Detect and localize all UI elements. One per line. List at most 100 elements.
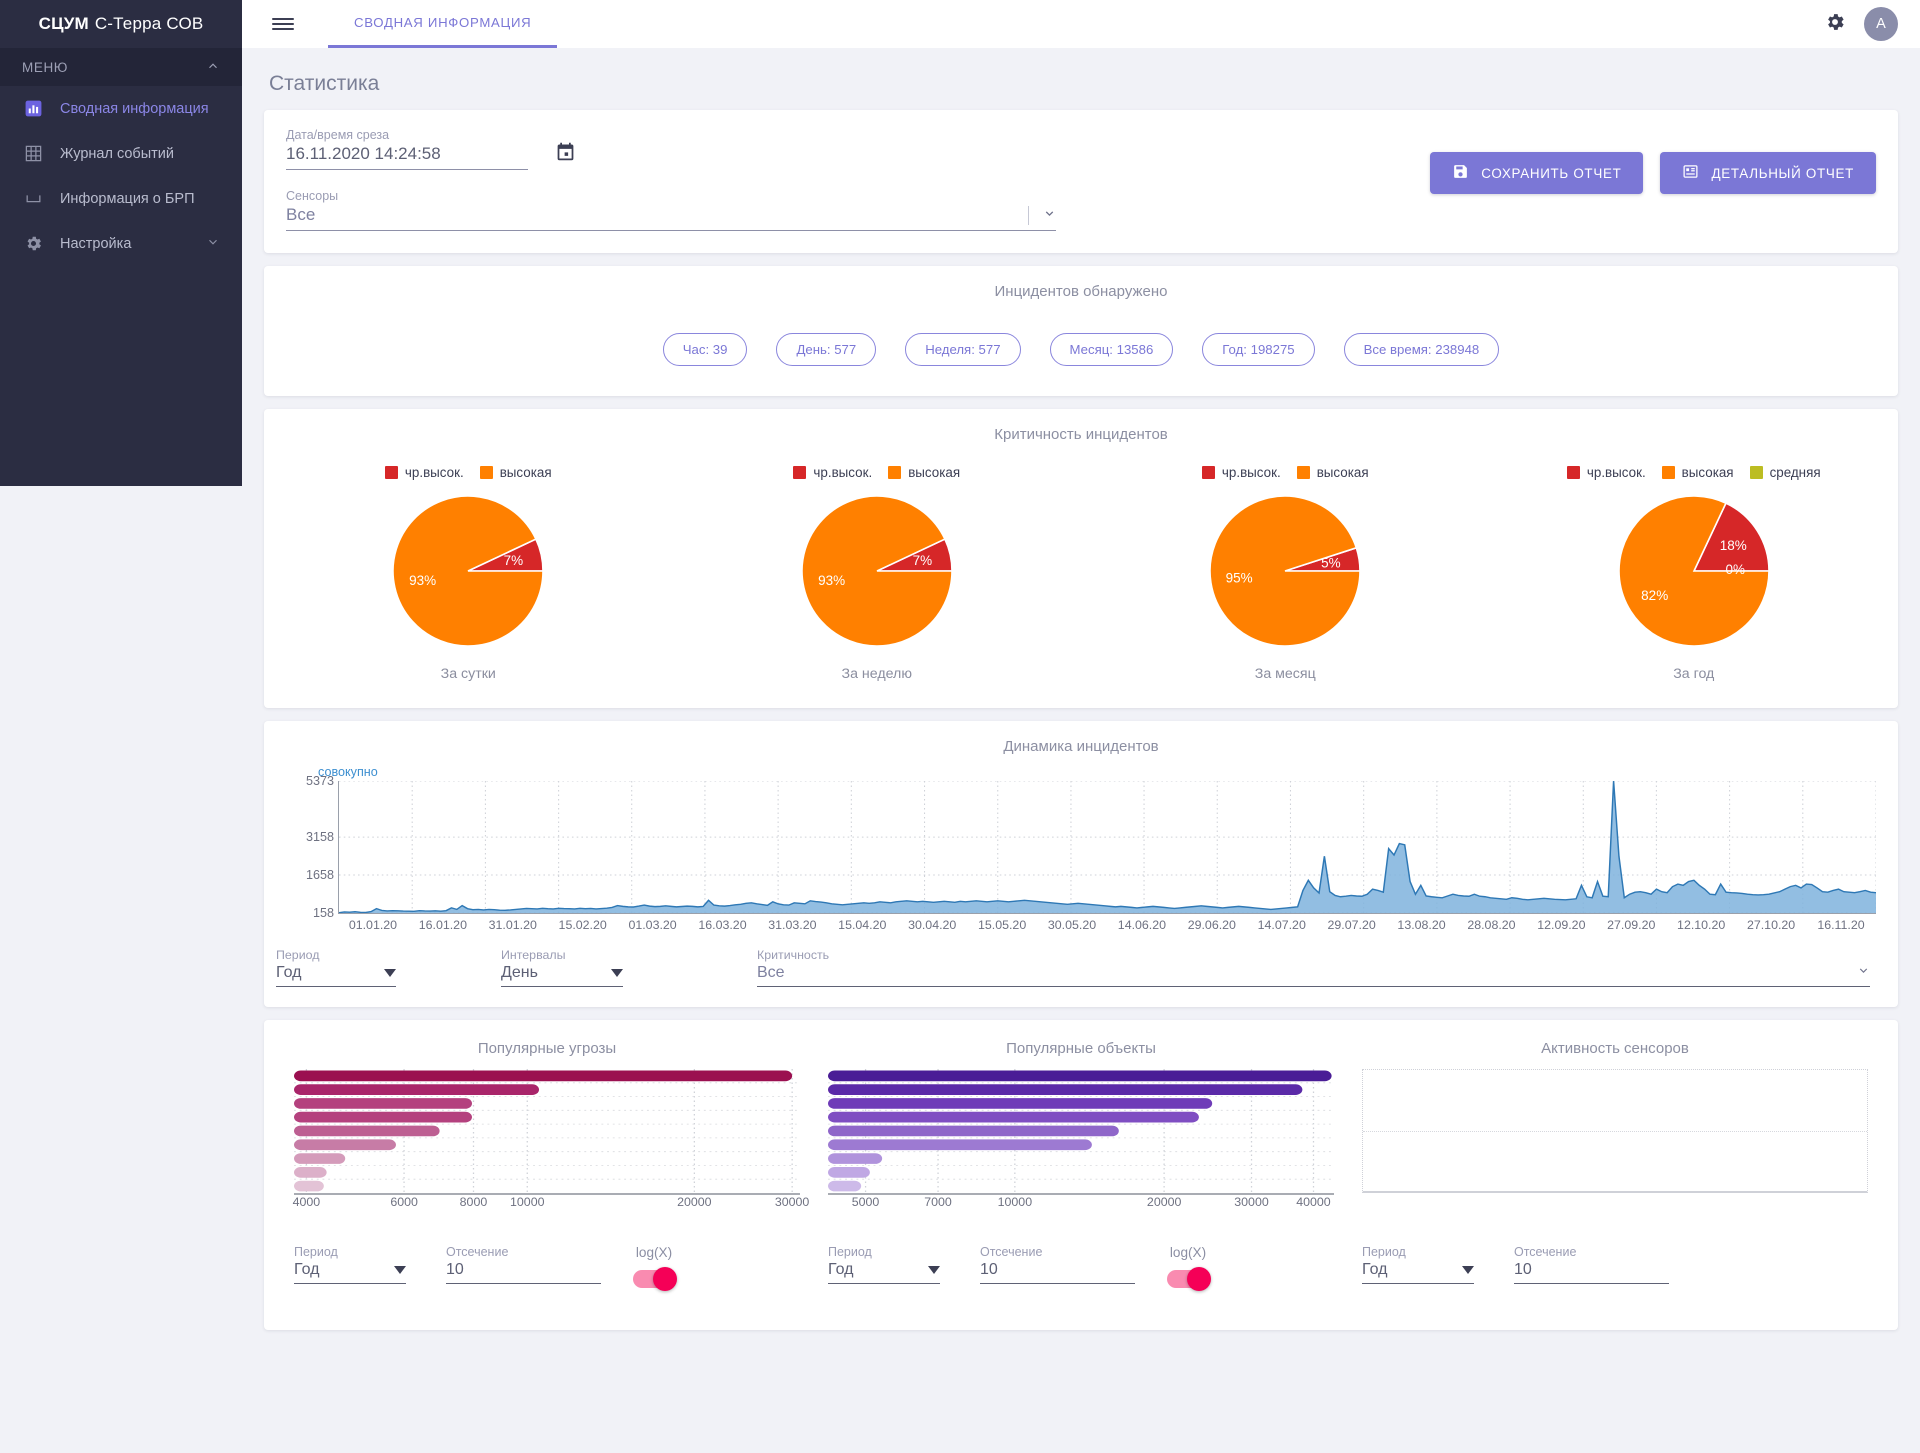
x-tick: 27.10.20 — [1746, 918, 1796, 932]
chip-hour[interactable]: Час: 39 — [662, 333, 748, 366]
dynamics-plot: 158 1658 3158 5373 — [286, 774, 1876, 920]
period-select[interactable]: Год — [294, 1261, 406, 1284]
dynamics-period-field: Период Год — [276, 948, 396, 987]
bar — [828, 1084, 1303, 1095]
chip-year[interactable]: Год: 198275 — [1202, 333, 1315, 366]
legend-item[interactable]: высокая — [1296, 465, 1369, 480]
intervals-value: День — [501, 964, 538, 981]
criticality-select[interactable]: Все — [757, 964, 1870, 987]
threats-log-toggle-group: log(X) — [633, 1245, 677, 1291]
y-tick: 158 — [312, 906, 334, 920]
detailed-report-label: ДЕТАЛЬНЫЙ ОТЧЕТ — [1711, 165, 1854, 181]
period-select[interactable]: Год — [276, 964, 396, 987]
sidebar-item-brp-info[interactable]: Информация о БРП — [0, 176, 242, 221]
bottom-charts-row: Популярные угрозы 4000 6000 8000 10000 20000… — [264, 1024, 1898, 1225]
avatar[interactable]: A — [1864, 7, 1898, 41]
gridline — [1363, 1130, 1867, 1132]
chip-day[interactable]: День: 577 — [776, 333, 877, 366]
log-x-toggle[interactable] — [633, 1267, 677, 1291]
objects-bar-chart[interactable] — [828, 1069, 1334, 1195]
x-tick: 16.01.20 — [418, 918, 467, 932]
log-label: log(X) — [635, 1245, 673, 1260]
pie-graphic[interactable]: 7% 93% — [800, 495, 953, 647]
x-tick: 15.05.20 — [977, 918, 1027, 932]
x-tick: 01.03.20 — [628, 918, 677, 932]
legend-item[interactable]: средняя — [1749, 465, 1821, 480]
bar — [828, 1167, 870, 1178]
sensors-select-value[interactable]: Все — [286, 205, 315, 225]
legend-item[interactable]: высокая — [479, 465, 552, 480]
sidebar: СЦУМ С-Терра СОВ МЕНЮ Сводная информация… — [0, 0, 242, 486]
sensors-label: Сенсоры — [286, 189, 339, 203]
bar — [828, 1180, 862, 1192]
pie-chart-2: чр.высок. высокая 7% 93% За неделю — [673, 465, 1082, 682]
pie-graphic[interactable]: 7% 93% — [392, 495, 545, 647]
chip-week[interactable]: Неделя: 577 — [905, 333, 1021, 366]
topbar-actions: A — [1824, 0, 1920, 48]
legend-item[interactable]: высокая — [888, 465, 960, 480]
x-tick: 30000 — [1234, 1195, 1269, 1209]
intervals-label: Интервалы — [501, 948, 566, 962]
legend-item[interactable]: чр.высок. — [1566, 465, 1646, 480]
bar — [294, 1098, 472, 1109]
x-tick: 30.04.20 — [908, 918, 957, 932]
period-select[interactable]: Год — [828, 1261, 940, 1284]
sensors-x-ticks — [1362, 1195, 1868, 1215]
detail-report-icon — [1682, 163, 1699, 183]
chevron-down-icon[interactable] — [1043, 207, 1056, 223]
criticality-card: Критичность инцидентов чр.высок. высокая 7… — [264, 409, 1898, 708]
threats-bar-chart[interactable] — [294, 1069, 800, 1195]
x-tick: 20000 — [677, 1195, 712, 1209]
period-label: Период — [276, 948, 320, 962]
incidents-title: Инцидентов обнаружено — [994, 283, 1168, 300]
cutoff-input[interactable]: 10 — [980, 1261, 1135, 1284]
area-chart[interactable] — [338, 781, 1876, 913]
divider — [1028, 206, 1029, 225]
pie-chart-row: чр.высок. высокая 7% 93% За сутки чр.высок. вы… — [264, 443, 1898, 708]
caret-down-icon — [928, 1261, 940, 1279]
datetime-input[interactable]: 16.11.2020 14:24:58 — [286, 144, 441, 164]
cutoff-input[interactable]: 10 — [446, 1261, 601, 1284]
calendar-icon[interactable] — [555, 141, 576, 167]
cutoff-input[interactable]: 10 — [1514, 1261, 1669, 1284]
save-report-button[interactable]: СОХРАНИТЬ ОТЧЕТ — [1430, 152, 1644, 194]
chip-all-time[interactable]: Все время: 238948 — [1343, 333, 1500, 366]
toggle-knob — [1187, 1267, 1211, 1291]
x-tick: 01.01.20 — [348, 918, 398, 932]
sidebar-item-label: Сводная информация — [60, 100, 209, 117]
gear-icon[interactable] — [1824, 11, 1846, 38]
hamburger-menu-icon[interactable] — [260, 0, 306, 48]
sidebar-item-summary[interactable]: Сводная информация — [0, 86, 242, 131]
detailed-report-button[interactable]: ДЕТАЛЬНЫЙ ОТЧЕТ — [1660, 152, 1876, 194]
legend-item[interactable]: чр.высок. — [1201, 465, 1281, 480]
legend-label: средняя — [1769, 465, 1821, 480]
app-root: СЦУМ С-Терра СОВ МЕНЮ Сводная информация… — [0, 0, 1920, 1453]
avatar-initial: A — [1876, 16, 1886, 32]
legend-item[interactable]: чр.высок. — [384, 465, 464, 480]
sidebar-item-settings[interactable]: Настройка — [0, 221, 242, 266]
x-tick: 40000 — [1296, 1195, 1331, 1209]
objects-column: Популярные объекты 5000 7000 10000 20000 300… — [814, 1028, 1348, 1215]
legend-item[interactable]: чр.высок. — [793, 465, 872, 480]
x-tick: 16.03.20 — [698, 918, 747, 932]
log-x-toggle[interactable] — [1167, 1267, 1211, 1291]
pie-data-label: 93% — [409, 573, 436, 588]
threats-cutoff-field: Отсечение 10 — [446, 1245, 601, 1284]
pie-legend: чр.высок. высокая — [1201, 465, 1369, 480]
sidebar-item-event-log[interactable]: Журнал событий — [0, 131, 242, 176]
period-select[interactable]: Год — [1362, 1261, 1474, 1284]
sensors-activity-chart[interactable] — [1362, 1069, 1868, 1193]
intervals-select[interactable]: День — [501, 964, 623, 987]
legend-swatch — [793, 466, 807, 479]
pie-data-label: 5% — [1321, 556, 1341, 571]
pie-graphic[interactable]: 18% 82% 0% — [1617, 495, 1770, 647]
sidebar-menu-header[interactable]: МЕНЮ — [0, 48, 242, 86]
legend-label: чр.высок. — [1221, 465, 1281, 480]
chip-month[interactable]: Месяц: 13586 — [1049, 333, 1174, 366]
pie-graphic[interactable]: 5% 95% — [1209, 495, 1362, 647]
brand-logo: СЦУМ С-Терра СОВ — [0, 0, 242, 48]
bar — [828, 1153, 883, 1164]
legend-swatch — [1661, 466, 1675, 479]
legend-item[interactable]: высокая — [1661, 465, 1734, 480]
tab-summary[interactable]: СВОДНАЯ ИНФОРМАЦИЯ — [328, 0, 558, 48]
